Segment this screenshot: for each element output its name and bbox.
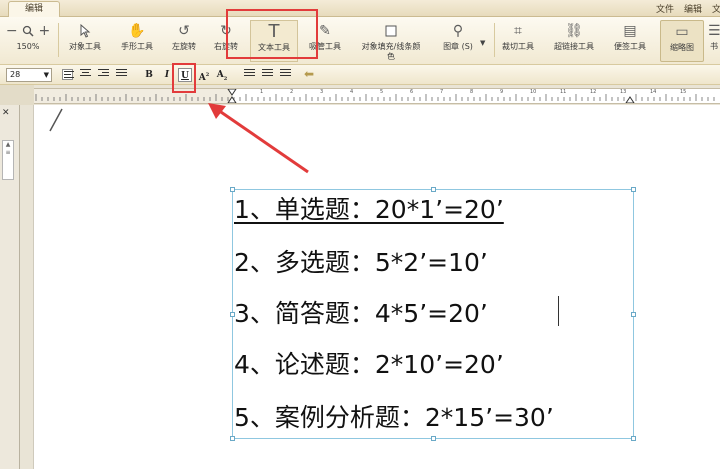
stamp-dropdown-icon[interactable]: ▼ <box>480 39 485 47</box>
align-left-button[interactable] <box>62 69 74 80</box>
ruler-corner <box>0 85 34 105</box>
horizontal-ruler[interactable]: 1 2 3 4 5 6 7 8 9 10 11 12 13 14 15 <box>34 88 720 104</box>
title-strip: 编辑 文件 编辑 文 <box>0 0 720 17</box>
ruler-ticks <box>35 89 715 103</box>
justify-button[interactable] <box>116 69 127 80</box>
align-right-button[interactable] <box>98 69 109 80</box>
cursor-arrow-icon <box>62 20 108 42</box>
close-icon[interactable]: ✕ <box>2 108 10 118</box>
subscript-button[interactable]: A2 <box>215 68 229 82</box>
ruler-number: 7 <box>440 89 444 95</box>
fill-color-label-2: 色 <box>387 52 395 61</box>
rotate-left-button[interactable]: ↺ 左旋转 <box>166 20 202 62</box>
crop-icon: ⌗ <box>514 23 522 39</box>
ribbon-toolbar: − + 150% 对象工具 ✋ 手形工具 ↺ 左旋转 ↻ 右旋转 T 文本工具 … <box>0 17 720 65</box>
hyperlink-tool-label: 超链接工具 <box>554 42 594 51</box>
menu-file[interactable]: 文件 <box>656 2 674 15</box>
ruler-right-margin-marker <box>625 96 635 103</box>
format-bar: 28 ▼ B I U A2 A2 ⬅ <box>0 65 720 85</box>
text-box[interactable]: 1、单选题：20*1’=20’ 2、多选题：5*2’=10’ 3、简答题：4*5… <box>230 187 636 441</box>
fill-color-button[interactable]: 对象填充/线条颜 色 <box>352 20 430 62</box>
crop-tool-button[interactable]: ⌗ 裁切工具 <box>496 20 540 62</box>
thumbnail-button[interactable]: ▭ 缩略图 <box>660 20 704 62</box>
line-spacing-1-button[interactable] <box>244 69 255 80</box>
superscript-button[interactable]: A2 <box>197 68 211 83</box>
bold-button[interactable]: B <box>142 68 156 82</box>
text-line-5[interactable]: 5、案例分析题：2*15’=30’ <box>234 403 554 433</box>
object-tool-label: 对象工具 <box>69 42 101 51</box>
ruler-indent-marker <box>227 96 237 103</box>
ruler-number: 14 <box>650 89 657 95</box>
tab-edit[interactable]: 编辑 <box>8 1 60 17</box>
thumbnail-icon: ▭ <box>675 24 689 40</box>
text-caret <box>558 296 559 326</box>
side-panel: ✕ ▲ ≡ <box>0 105 20 469</box>
hyperlink-tool-button[interactable]: ⛓ 超链接工具 <box>546 20 602 62</box>
crop-tool-label: 裁切工具 <box>502 42 534 51</box>
stamp-tool-button[interactable]: ⚲ 图章 (S) <box>434 20 482 62</box>
rotate-left-label: 左旋转 <box>172 42 196 51</box>
text-line-4[interactable]: 4、论述题：2*10’=20’ <box>234 350 504 380</box>
ruler-number: 10 <box>530 89 537 95</box>
ruler-number: 6 <box>410 89 414 95</box>
ruler-number: 2 <box>290 89 294 95</box>
zoom-control[interactable]: − + 150% <box>4 20 52 62</box>
line-spacing-2-button[interactable] <box>262 69 273 80</box>
rotate-left-icon: ↺ <box>178 23 190 39</box>
menu-more[interactable]: 文 <box>712 2 720 15</box>
resize-handle[interactable] <box>631 312 636 317</box>
resize-handle[interactable] <box>631 187 636 192</box>
note-tool-label: 便签工具 <box>614 42 646 51</box>
hand-tool-button[interactable]: ✋ 手形工具 <box>114 20 160 62</box>
scroll-grip-icon: ≡ <box>5 149 11 156</box>
hand-icon: ✋ <box>128 23 146 39</box>
stamp-icon: ⚲ <box>452 23 464 39</box>
format-arrow-icon[interactable]: ⬅ <box>304 67 314 81</box>
ruler-number: 11 <box>560 89 567 95</box>
resize-handle[interactable] <box>230 187 235 192</box>
align-center-button[interactable] <box>80 69 91 80</box>
line-spacing-3-button[interactable] <box>280 69 291 80</box>
text-tool-highlight <box>226 9 318 59</box>
font-size-select[interactable]: 28 ▼ <box>6 68 52 82</box>
zoom-value: 150% <box>16 42 40 51</box>
ruler-number: 8 <box>470 89 474 95</box>
page-corner-mark <box>49 108 63 132</box>
ruler-number: 9 <box>500 89 504 95</box>
text-line-2[interactable]: 2、多选题：5*2’=10’ <box>234 248 488 278</box>
stamp-tool-label: 图章 (S) <box>443 42 473 51</box>
resize-handle[interactable] <box>431 187 436 192</box>
ruler-number: 15 <box>680 89 687 95</box>
link-icon: ⛓ <box>565 23 583 39</box>
text-line-1[interactable]: 1、单选题：20*1’=20’ <box>234 195 504 225</box>
ruler-indent-marker <box>227 89 237 96</box>
ruler-number: 1 <box>260 89 264 95</box>
underline-highlight <box>172 63 196 93</box>
hand-tool-label: 手形工具 <box>121 42 153 51</box>
note-tool-button[interactable]: ▤ 便签工具 <box>606 20 654 62</box>
bookmark-button[interactable]: ☰ 书 <box>708 20 720 62</box>
resize-handle[interactable] <box>431 436 436 441</box>
object-tool-button[interactable]: 对象工具 <box>62 20 108 62</box>
ruler-number: 5 <box>380 89 384 95</box>
menu-edit[interactable]: 编辑 <box>684 2 702 15</box>
side-scrollbar[interactable]: ▲ ≡ <box>2 140 14 180</box>
text-line-3[interactable]: 3、简答题：4*5’=20’ <box>234 299 488 329</box>
ruler-number: 3 <box>320 89 324 95</box>
note-icon: ▤ <box>623 23 637 39</box>
fill-square-icon <box>352 20 430 42</box>
scroll-up-icon[interactable]: ▲ <box>3 141 13 149</box>
ruler-number: 13 <box>620 89 627 95</box>
bookmark-icon: ☰ <box>708 23 720 39</box>
resize-handle[interactable] <box>230 436 235 441</box>
thumbnail-label: 缩略图 <box>670 43 694 52</box>
ruler-number: 12 <box>590 89 597 95</box>
chevron-down-icon: ▼ <box>43 71 49 79</box>
ruler-number: 4 <box>350 89 354 95</box>
zoom-icon: − + <box>5 23 51 39</box>
bookmark-label: 书 <box>710 42 718 51</box>
resize-handle[interactable] <box>631 436 636 441</box>
font-size-value: 28 <box>10 70 21 79</box>
fill-color-label: 对象填充/线条颜 <box>361 42 421 51</box>
